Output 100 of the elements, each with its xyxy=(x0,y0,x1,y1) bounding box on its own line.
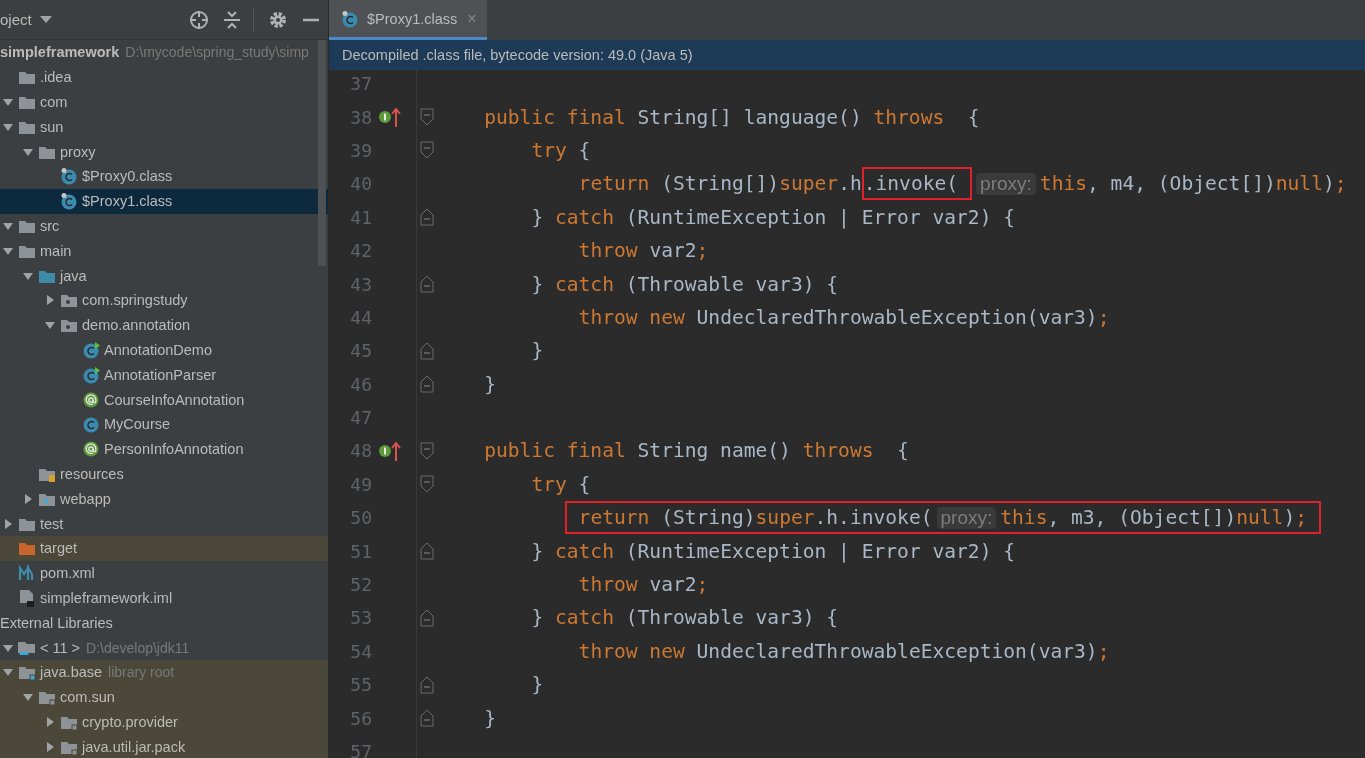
scrollbar[interactable] xyxy=(318,40,326,266)
fold-end-icon[interactable] xyxy=(420,208,434,227)
tree-item[interactable]: MyCourse xyxy=(0,411,328,437)
tree-item[interactable]: com.sun xyxy=(0,684,328,710)
tree-item[interactable]: CourseInfoAnnotation xyxy=(0,387,328,412)
file-icon xyxy=(18,588,36,607)
fold-end-icon[interactable] xyxy=(420,275,434,294)
code-text: (String[]) xyxy=(661,172,780,196)
class-icon xyxy=(82,415,100,434)
code-keyword: ; xyxy=(1295,506,1307,530)
tree-item[interactable]: < 11 > D:\develop\jdk11 xyxy=(0,635,328,660)
code-keyword: ; xyxy=(1097,639,1110,663)
class-icon xyxy=(82,340,100,359)
panel-title[interactable]: oject xyxy=(0,11,32,28)
tree-item-label: External Libraries xyxy=(0,614,113,631)
tree-item-label: $Proxy0.class xyxy=(82,168,173,185)
tree-item[interactable]: src xyxy=(0,213,328,239)
tree-item-label: target xyxy=(40,540,78,557)
editor-tab[interactable]: $Proxy1.class × xyxy=(329,0,487,40)
line-number: 47 xyxy=(349,407,372,429)
fold-end-icon[interactable] xyxy=(420,608,434,627)
tree-item-label: com.springstudy xyxy=(82,292,188,309)
dropdown-caret-icon[interactable] xyxy=(39,15,52,24)
code-keyword: throw xyxy=(578,573,639,597)
fold-end-icon[interactable] xyxy=(420,709,434,728)
implements-icon[interactable] xyxy=(378,106,404,129)
code-text: .h xyxy=(838,172,862,196)
line-number: 56 xyxy=(349,707,372,729)
crosshair-icon[interactable] xyxy=(189,9,209,30)
fold-end-icon[interactable] xyxy=(420,341,434,360)
tree-item[interactable]: $Proxy1.class xyxy=(0,188,328,214)
class-icon xyxy=(82,365,100,384)
tree-item[interactable]: .idea xyxy=(0,64,328,90)
tree-item-label: AnnotationDemo xyxy=(104,341,212,358)
tree-item[interactable]: webapp xyxy=(0,486,328,512)
tree-item-label: java.util.jar.pack xyxy=(82,738,186,755)
line-number: 57 xyxy=(349,741,372,758)
code-text: UndeclaredThrowableException(var3) xyxy=(696,305,1098,329)
tree-item[interactable]: $Proxy0.class xyxy=(0,164,328,189)
class-icon xyxy=(60,192,78,211)
line-number: 48 xyxy=(349,440,372,462)
tree-item[interactable]: PersonInfoAnnotation xyxy=(0,436,328,462)
annotation-icon xyxy=(82,390,100,409)
code-text: (String) xyxy=(661,506,756,530)
code-keyword: return xyxy=(578,172,651,196)
code-text: } xyxy=(531,272,545,296)
fold-icon[interactable] xyxy=(420,442,434,460)
tree-item-label: java.base xyxy=(40,664,103,681)
code-text: .h.invoke( xyxy=(814,506,933,530)
tree-item-label: CourseInfoAnnotation xyxy=(104,391,245,408)
tree-item-label: proxy xyxy=(60,143,96,160)
line-number: 40 xyxy=(349,173,372,195)
line-number: 54 xyxy=(349,640,372,662)
fold-icon[interactable] xyxy=(420,475,434,494)
line-number: 38 xyxy=(349,106,372,128)
fold-end-icon[interactable] xyxy=(420,675,434,694)
tree-item[interactable]: com.springstudy xyxy=(0,287,328,313)
tree-item-label: test xyxy=(40,515,64,532)
code-text: { xyxy=(577,138,591,162)
tree-item[interactable]: resources xyxy=(0,461,328,487)
annotation-icon xyxy=(82,440,100,459)
code-text: } xyxy=(484,372,496,396)
fold-end-icon[interactable] xyxy=(420,542,434,561)
implements-icon[interactable] xyxy=(378,440,404,462)
class-icon xyxy=(60,167,78,186)
tree-item[interactable]: crypto.provider xyxy=(0,709,328,735)
tree-item[interactable]: pom.xml xyxy=(0,560,328,586)
tree-item-detail: D:\develop\jdk11 xyxy=(86,639,190,656)
code-keyword: return xyxy=(578,506,651,530)
collapse-icon[interactable] xyxy=(223,9,241,30)
tree-item[interactable]: demo.annotation xyxy=(0,312,328,338)
tree-item[interactable]: AnnotationParser xyxy=(0,362,328,388)
tree-item[interactable]: java xyxy=(0,263,328,288)
tree-item-label: java xyxy=(60,267,87,284)
fold-icon[interactable] xyxy=(420,141,434,160)
tree-item[interactable]: com xyxy=(0,89,328,115)
tree-item[interactable]: AnnotationDemo xyxy=(0,337,328,363)
tree-item-label: webapp xyxy=(60,490,111,507)
settings-icon[interactable] xyxy=(268,9,288,30)
tree-item[interactable]: main xyxy=(0,238,328,264)
fold-end-icon[interactable] xyxy=(420,375,434,394)
code-keyword: throw new xyxy=(578,305,686,329)
tree-item[interactable]: sun xyxy=(0,114,328,140)
code-text: } xyxy=(531,339,544,363)
tree-item[interactable]: simpleframework D:\mycode\spring_study\simp xyxy=(0,40,328,65)
tree-item[interactable]: java.base library root xyxy=(0,659,328,685)
code-keyword: null xyxy=(1236,506,1284,530)
tree-item-detail: library root xyxy=(108,664,175,681)
line-number: 52 xyxy=(349,574,372,596)
tree-item[interactable]: test xyxy=(0,511,328,536)
tree-item[interactable]: proxy xyxy=(0,139,328,164)
maven-icon xyxy=(18,564,36,583)
code-keyword: public final xyxy=(484,105,627,129)
tree-item[interactable]: target xyxy=(0,535,328,561)
tree-item[interactable]: java.util.jar.pack xyxy=(0,734,328,758)
tree-item[interactable]: simpleframework.iml xyxy=(0,585,328,611)
fold-icon[interactable] xyxy=(420,108,434,127)
tree-item[interactable]: External Libraries xyxy=(0,610,328,636)
code-text: , m3, (Object[]) xyxy=(1047,506,1237,530)
tree-item-label: PersonInfoAnnotation xyxy=(104,441,244,458)
